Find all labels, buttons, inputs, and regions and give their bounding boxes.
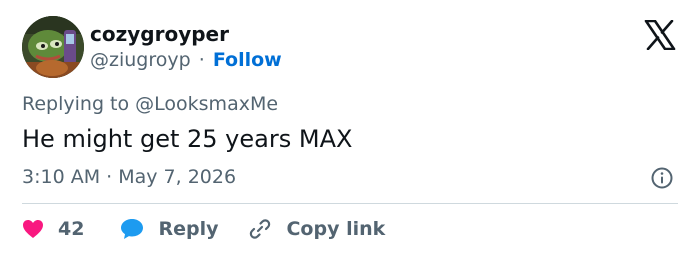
reply-button[interactable]: Reply xyxy=(120,218,218,240)
display-name[interactable]: cozygroyper xyxy=(90,22,229,46)
tweet-timestamp[interactable]: 3:10 AM · May 7, 2026 xyxy=(22,165,236,189)
divider xyxy=(22,203,678,204)
replying-to-prefix: Replying to xyxy=(22,93,136,115)
like-button[interactable]: 42 xyxy=(22,218,84,240)
follow-button[interactable]: Follow xyxy=(213,49,282,71)
tweet-actions: 42 Reply Copy link xyxy=(22,216,385,242)
separator-dot: · xyxy=(192,49,211,71)
copy-link-label: Copy link xyxy=(286,218,386,240)
x-logo-icon[interactable] xyxy=(644,19,676,51)
user-handle[interactable]: @ziugroyp xyxy=(90,49,191,71)
link-icon xyxy=(250,219,271,239)
heart-icon xyxy=(23,220,43,238)
like-count: 42 xyxy=(58,218,85,240)
avatar[interactable] xyxy=(22,16,84,78)
tweet-embed-card: cozygroyper @ziugroyp · Follow Replying … xyxy=(0,0,700,256)
tweet-text: He might get 25 years MAX xyxy=(22,125,353,153)
reply-bubble-icon xyxy=(121,219,144,239)
copy-link-button[interactable]: Copy link xyxy=(248,217,385,241)
reply-label: Reply xyxy=(158,218,219,240)
replying-to-handle[interactable]: @LooksmaxMe xyxy=(135,93,278,115)
replying-to: Replying to @LooksmaxMe xyxy=(22,92,278,116)
info-icon[interactable] xyxy=(650,166,674,190)
handle-line: @ziugroyp · Follow xyxy=(90,48,282,72)
